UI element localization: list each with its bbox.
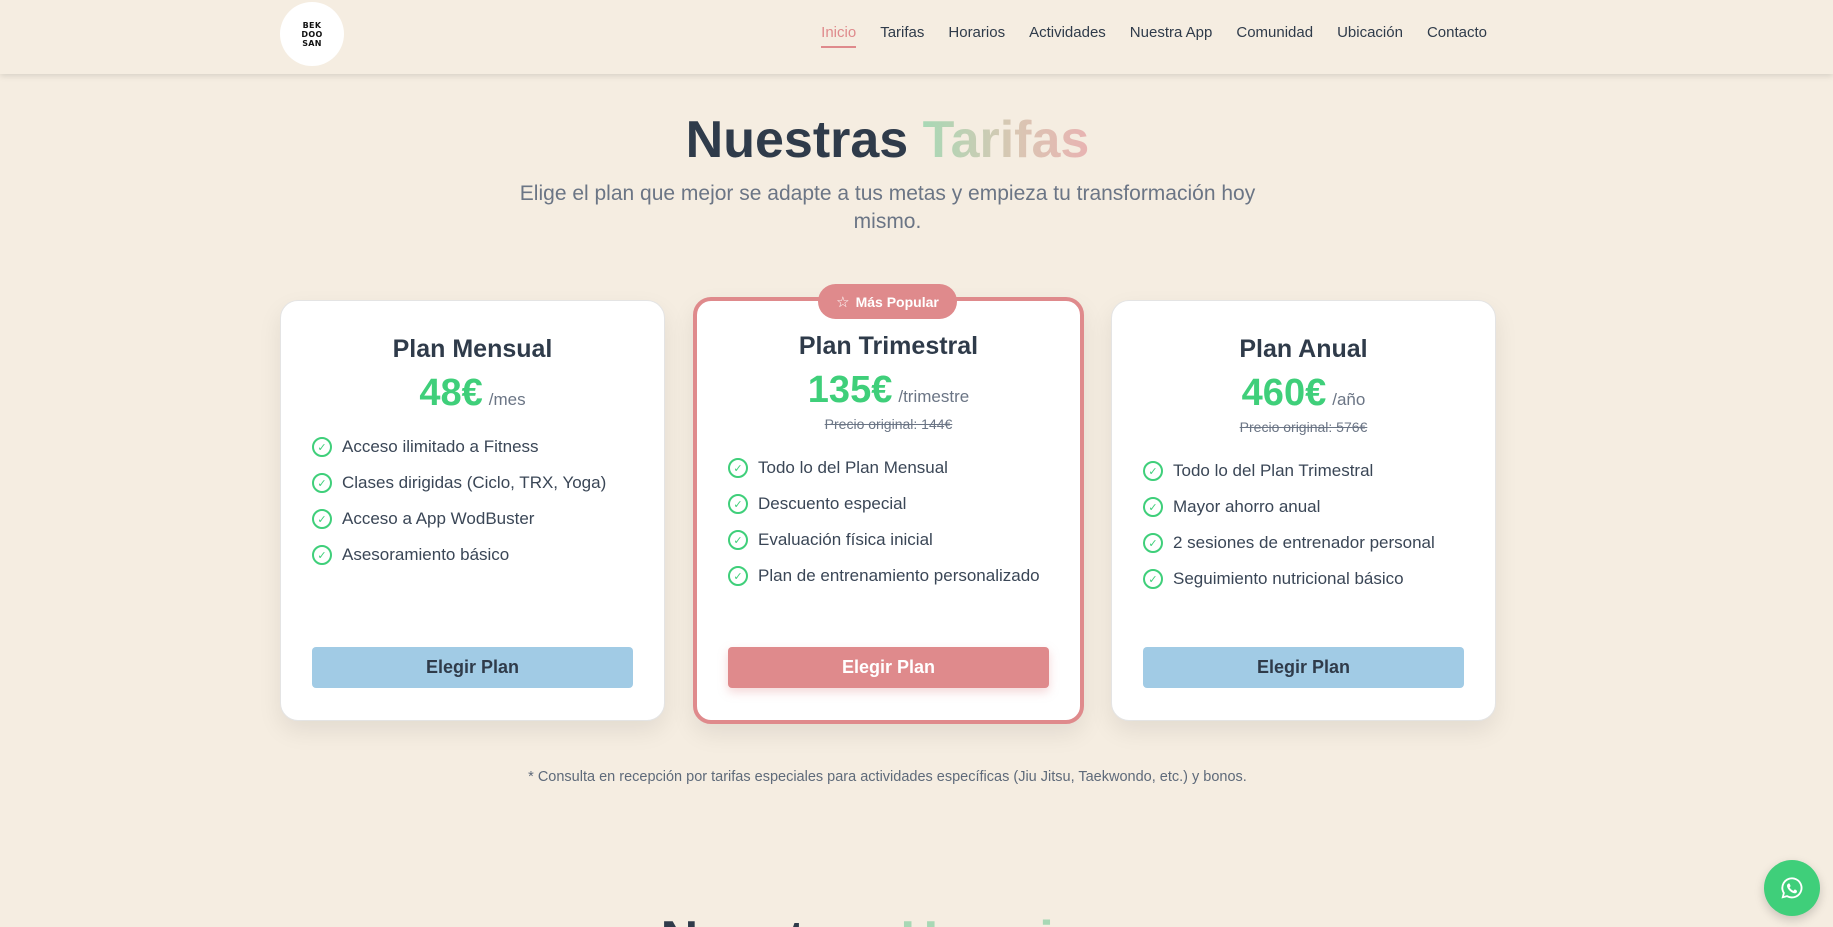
plan-card-trimestral: Plan Trimestral 135€ /trimestre Precio or… [693, 297, 1084, 724]
feature-text: Evaluación física inicial [758, 530, 933, 549]
feature-text: Acceso ilimitado a Fitness [342, 437, 539, 456]
feature-item: ✓ Evaluación física inicial [728, 522, 1080, 558]
check-circle-icon: ✓ [1143, 497, 1163, 517]
price-row: 460€ /año [1112, 372, 1495, 415]
feature-item: ✓ Mayor ahorro anual [1143, 489, 1495, 525]
check-circle-icon: ✓ [728, 458, 748, 478]
original-price: Precio original: 576€ [1239, 419, 1368, 435]
choose-plan-button[interactable]: Elegir Plan [728, 647, 1049, 688]
logo[interactable]: BEK DOO SAN [280, 2, 344, 66]
next-section-title: Nuestros Horarios [0, 910, 1775, 927]
plan-name: Plan Trimestral [798, 332, 979, 360]
price-row: 135€ /trimestre [697, 369, 1080, 412]
feature-item: ✓ Todo lo del Plan Mensual [728, 450, 1080, 486]
popular-badge: ☆ Más Popular [818, 284, 957, 319]
plan-period: /año [1332, 390, 1366, 409]
feature-text: Asesoramiento básico [342, 545, 510, 564]
check-circle-icon: ✓ [312, 437, 332, 457]
nav-link-actividades[interactable]: Actividades [1029, 24, 1106, 48]
plan-card-mensual: Plan Mensual 48€ /mes ✓ Acceso ilimitado a… [280, 300, 665, 721]
star-icon: ☆ [836, 293, 850, 311]
nav-link-contacto[interactable]: Contacto [1427, 24, 1487, 48]
feature-item: ✓ Acceso ilimitado a Fitness [312, 429, 664, 465]
feature-item: ✓ 2 sesiones de entrenador personal [1143, 525, 1495, 561]
nav-link-comunidad[interactable]: Comunidad [1236, 24, 1313, 48]
feature-text: Todo lo del Plan Trimestral [1173, 461, 1374, 480]
nav-link-nuestra-app[interactable]: Nuestra App [1130, 24, 1213, 48]
check-circle-icon: ✓ [728, 494, 748, 514]
feature-list: ✓ Todo lo del Plan Trimestral ✓ Mayor ahor… [1112, 453, 1495, 597]
feature-item: ✓ Seguimiento nutricional básico [1143, 561, 1495, 597]
nav-link-ubicacion[interactable]: Ubicación [1337, 24, 1403, 48]
nav-link-tarifas[interactable]: Tarifas [880, 24, 924, 48]
title-accent: Tarifas [922, 111, 1090, 169]
feature-text: 2 sesiones de entrenador personal [1173, 533, 1435, 552]
nav-link-inicio[interactable]: Inicio [821, 24, 857, 48]
page-title: Nuestras Tarifas [0, 110, 1775, 170]
navbar: BEK DOO SAN Inicio Tarifas Horarios Acti… [0, 0, 1833, 74]
plan-period: /trimestre [898, 387, 970, 406]
feature-text: Descuento especial [758, 494, 907, 513]
feature-item: ✓ Asesoramiento básico [312, 537, 664, 573]
check-circle-icon: ✓ [1143, 533, 1163, 553]
nav-link-horarios[interactable]: Horarios [948, 24, 1005, 48]
price-row: 48€ /mes [281, 372, 664, 415]
check-circle-icon: ✓ [728, 530, 748, 550]
feature-item: ✓ Descuento especial [728, 486, 1080, 522]
pricing-footnote: * Consulta en recepción por tarifas espe… [528, 769, 1247, 785]
plan-card-anual: Plan Anual 460€ /año Precio original: 576… [1111, 300, 1496, 721]
check-circle-icon: ✓ [728, 566, 748, 586]
main-nav: Inicio Tarifas Horarios Actividades Nues… [797, 24, 1487, 48]
plan-period: /mes [488, 390, 526, 409]
plan-name: Plan Mensual [392, 335, 553, 363]
feature-text: Plan de entrenamiento personalizado [758, 566, 1040, 585]
check-circle-icon: ✓ [312, 509, 332, 529]
title-main: Nuestras [685, 111, 909, 169]
feature-item: ✓ Plan de entrenamiento personalizado [728, 558, 1080, 594]
feature-list: ✓ Todo lo del Plan Mensual ✓ Descuento esp… [697, 450, 1080, 594]
logo-line: SAN [302, 38, 322, 48]
logo-line: BEK [302, 20, 322, 30]
check-circle-icon: ✓ [1143, 569, 1163, 589]
plan-price: 48€ [419, 372, 483, 414]
feature-item: ✓ Todo lo del Plan Trimestral [1143, 453, 1495, 489]
check-circle-icon: ✓ [312, 545, 332, 565]
plan-price: 460€ [1241, 372, 1327, 414]
logo-line: DOO [301, 29, 323, 39]
badge-label: Más Popular [855, 293, 939, 310]
next-title-main: Nuestros [661, 911, 886, 927]
feature-item: ✓ Acceso a App WodBuster [312, 501, 664, 537]
whatsapp-icon [1781, 877, 1803, 899]
feature-list: ✓ Acceso ilimitado a Fitness ✓ Clases diri… [281, 429, 664, 573]
original-price: Precio original: 144€ [824, 416, 953, 432]
whatsapp-button[interactable] [1764, 860, 1820, 916]
feature-text: Mayor ahorro anual [1173, 497, 1321, 516]
feature-text: Todo lo del Plan Mensual [758, 458, 948, 477]
check-circle-icon: ✓ [1143, 461, 1163, 481]
plan-name: Plan Anual [1239, 335, 1368, 363]
feature-text: Acceso a App WodBuster [342, 509, 535, 528]
next-title-accent: Horarios [901, 911, 1115, 927]
feature-text: Clases dirigidas (Ciclo, TRX, Yoga) [342, 473, 607, 492]
page-subtitle: Elige el plan que mejor se adapte a tus … [519, 182, 1256, 233]
check-circle-icon: ✓ [312, 473, 332, 493]
feature-text: Seguimiento nutricional básico [1173, 569, 1404, 588]
choose-plan-button[interactable]: Elegir Plan [312, 647, 633, 688]
choose-plan-button[interactable]: Elegir Plan [1143, 647, 1464, 688]
plan-price: 135€ [807, 369, 893, 411]
feature-item: ✓ Clases dirigidas (Ciclo, TRX, Yoga) [312, 465, 664, 501]
